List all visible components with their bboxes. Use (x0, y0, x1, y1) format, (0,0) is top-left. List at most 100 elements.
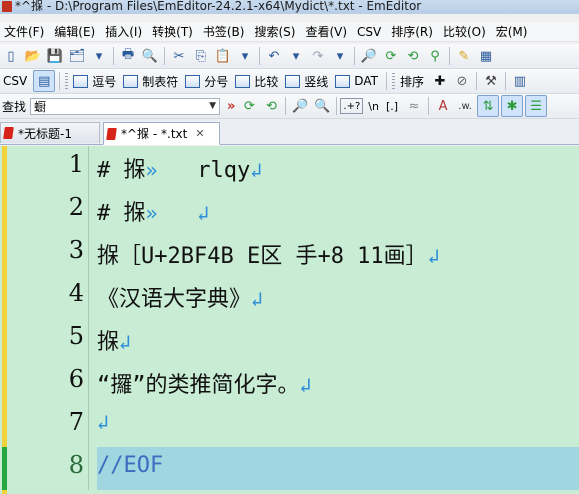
csv-tab-button[interactable]: 制表符 (121, 71, 183, 91)
editor-line[interactable]: 3 㨐［U+2BF4B E区 手+8 11画］↲ (0, 232, 579, 275)
find-input[interactable]: 蟵 ▼ (30, 97, 221, 115)
find-in-files-icon[interactable]: 🔍 (312, 96, 332, 116)
open-folder-icon[interactable]: 📂 (23, 46, 43, 66)
undo-icon[interactable]: ↶ (264, 46, 284, 66)
csv-toolbar: CSV ▤ 逗号 制表符 分号 比较 竖线 DAT 排序 ✚ ⊘ ⚒ ▥ (0, 69, 579, 94)
find-next-icon[interactable]: ⟳ (381, 46, 401, 66)
find-previous-icon[interactable]: ⟲ (261, 96, 281, 116)
wave-icon[interactable]: ≈ (404, 96, 424, 116)
tab-mark-icon: » (145, 158, 158, 182)
paste-dropdown-icon[interactable]: ▾ (235, 46, 255, 66)
csv-pipe-button[interactable]: 竖线 (283, 71, 333, 91)
save-icon[interactable]: 💾 (45, 46, 65, 66)
regex-toggle[interactable]: .+? (340, 98, 364, 114)
find-previous-icon[interactable]: ⟲ (403, 46, 423, 66)
table-icon (73, 74, 89, 88)
menu-insert[interactable]: 插入(I) (101, 23, 148, 40)
columns-icon[interactable]: ▥ (510, 71, 530, 91)
line-content-after-tab: rlqy (157, 158, 251, 183)
chevron-down-icon[interactable]: ▼ (209, 101, 216, 111)
line-text: 《汉语大字典》↲ (97, 281, 263, 313)
menu-view[interactable]: 查看(V) (301, 23, 353, 40)
separator (475, 72, 477, 90)
menu-bookmarks[interactable]: 书签(B) (199, 23, 251, 40)
csv-comma-label: 逗号 (92, 74, 117, 89)
editor-line[interactable]: 7 ↲ (0, 404, 579, 447)
save-all-icon[interactable]: 🗂 (67, 46, 87, 66)
csv-comma-button[interactable]: 逗号 (71, 71, 121, 91)
whole-word-icon[interactable]: .w. (455, 96, 475, 116)
sort-add-icon[interactable]: ✚ (430, 71, 450, 91)
gutter-divider (88, 361, 89, 404)
sort-clear-icon[interactable]: ⊘ (452, 71, 472, 91)
menu-sort[interactable]: 排序(R) (387, 23, 439, 40)
return-mark-icon: ↲ (251, 287, 264, 311)
editor-line[interactable]: 6 “攞”的类推简化字。↲ (0, 361, 579, 404)
toolbar-grip[interactable] (65, 73, 69, 89)
highlight-icon[interactable]: ✎ (454, 46, 474, 66)
menu-edit[interactable]: 编辑(E) (50, 23, 101, 40)
current-line-highlight (97, 447, 579, 490)
match-brackets-toggle[interactable]: [.] (384, 96, 403, 116)
cut-icon[interactable]: ✂ (169, 46, 189, 66)
text-editor[interactable]: 1 # 㨐» rlqy↲ 2 # 㨐» ↲ 3 㨐［U+2BF4B E区 手+8… (0, 146, 579, 494)
separator (336, 97, 338, 115)
return-mark-icon: ↲ (197, 201, 210, 225)
tools-icon[interactable]: ⚒ (481, 71, 501, 91)
return-mark-icon: ↲ (427, 244, 440, 268)
highlight-matches-icon[interactable]: ✱ (501, 95, 524, 117)
find-icon[interactable]: 🔎 (359, 46, 379, 66)
table-icon (285, 74, 301, 88)
saved-line-marker (2, 447, 7, 490)
csv-semicolon-button[interactable]: 分号 (183, 71, 233, 91)
print-icon[interactable]: 🖶 (118, 46, 138, 66)
redo-dropdown-icon[interactable]: ▾ (330, 46, 350, 66)
markers-icon[interactable]: ▦ (476, 46, 496, 66)
line-number: 3 (68, 236, 84, 264)
menu-file[interactable]: 文件(F) (0, 23, 50, 40)
separator (164, 47, 165, 65)
csv-normal-mode-icon[interactable]: ▤ (33, 70, 56, 92)
find-next-icon[interactable]: ⟳ (239, 96, 259, 116)
close-icon[interactable]: ✕ (195, 127, 204, 140)
escape-sequence-toggle[interactable]: \n (366, 96, 384, 116)
menu-compare[interactable]: 比较(O) (439, 23, 492, 40)
table-icon (335, 74, 351, 88)
paste-icon[interactable]: 📋 (213, 46, 233, 66)
tab-current-file[interactable]: *^㨐 - *.txt ✕ (103, 122, 220, 145)
redo-icon[interactable]: ↷ (308, 46, 328, 66)
more-options-icon[interactable]: » (224, 99, 238, 114)
search-icon[interactable]: 🔎 (290, 96, 310, 116)
find-label: 查找 (2, 99, 27, 114)
menu-csv[interactable]: CSV (353, 25, 387, 39)
filter-icon[interactable]: ☰ (525, 95, 548, 117)
line-content-after-tab (158, 201, 198, 226)
menu-macros[interactable]: 宏(M) (492, 23, 534, 40)
font-icon[interactable]: A (433, 96, 453, 116)
incremental-search-icon[interactable]: ⇅ (477, 95, 500, 117)
editor-line[interactable]: 1 # 㨐» rlqy↲ (0, 146, 579, 189)
separator (259, 47, 260, 65)
copy-icon[interactable]: ⎘ (191, 46, 211, 66)
csv-compare-button[interactable]: 比较 (233, 71, 283, 91)
menu-search[interactable]: 搜索(S) (250, 23, 301, 40)
editor-line[interactable]: 5 㨐↲ (0, 318, 579, 361)
print-preview-icon[interactable]: 🔍 (140, 46, 160, 66)
menu-convert[interactable]: 转换(T) (148, 23, 199, 40)
dropdown-arrow-icon[interactable]: ▾ (89, 46, 109, 66)
new-file-icon[interactable]: ▯ (1, 46, 21, 66)
line-number: 2 (68, 193, 84, 221)
undo-dropdown-icon[interactable]: ▾ (286, 46, 306, 66)
editor-line[interactable]: 2 # 㨐» ↲ (0, 189, 579, 232)
document-tabs: *无标题-1 *^㨐 - *.txt ✕ (0, 119, 579, 145)
return-mark-icon: ↲ (97, 410, 110, 434)
current-editor-line[interactable]: 8 //EOF (0, 447, 579, 490)
toolbar-grip[interactable] (391, 73, 395, 89)
csv-tab-label: 制表符 (142, 74, 179, 89)
editor-line[interactable]: 4 《汉语大字典》↲ (0, 275, 579, 318)
replace-icon[interactable]: ⚲ (425, 46, 445, 66)
separator (285, 97, 287, 115)
menu-bar: 文件(F) 编辑(E) 插入(I) 转换(T) 书签(B) 搜索(S) 查看(V… (0, 22, 579, 42)
csv-dat-button[interactable]: DAT (333, 71, 383, 91)
tab-untitled[interactable]: *无标题-1 (0, 122, 100, 143)
